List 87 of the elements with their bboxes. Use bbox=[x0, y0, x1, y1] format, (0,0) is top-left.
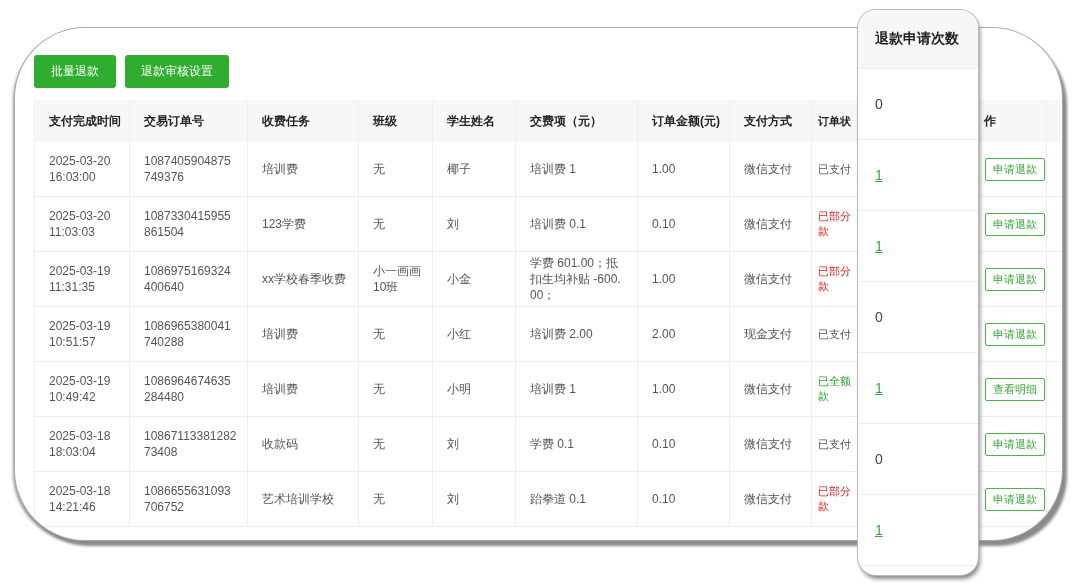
time-cell-text: 2025-03-19 11:31:35 bbox=[49, 262, 112, 296]
task-cell: xx学校春季收费 bbox=[262, 270, 346, 288]
student-cell: 刘 bbox=[447, 490, 459, 508]
order-number-cell-text: 1086965380041740288 bbox=[144, 317, 232, 351]
amount-cell: 1.00 bbox=[652, 380, 676, 398]
order-number-cell-text: 1087330415955861504 bbox=[144, 207, 232, 241]
column-header: 班级 bbox=[359, 100, 433, 142]
student-cell: 小明 bbox=[447, 380, 471, 398]
items-cell: 培训费 1 bbox=[530, 160, 576, 178]
status-cell: 已部分 款 bbox=[818, 209, 851, 239]
items-cell: 学费 0.1 bbox=[530, 435, 574, 453]
task-cell: 123学费 bbox=[262, 215, 307, 233]
column-header: 交易订单号 bbox=[130, 100, 248, 142]
time-cell-text: 2025-03-19 10:49:42 bbox=[49, 372, 112, 406]
items-cell: 培训费 0.1 bbox=[530, 215, 586, 233]
task-cell: 培训费 bbox=[262, 380, 298, 398]
student-cell: 小红 bbox=[447, 325, 471, 343]
task-cell: 培训费 bbox=[262, 160, 298, 178]
column-header: 收费任务 bbox=[248, 100, 359, 142]
amount-cell: 0.10 bbox=[652, 435, 676, 453]
task-cell: 收款码 bbox=[262, 435, 298, 453]
items-cell: 跆拳道 0.1 bbox=[530, 490, 586, 508]
class-cell: 无 bbox=[373, 160, 385, 178]
amount-cell: 0.10 bbox=[652, 215, 676, 233]
amount-cell: 1.00 bbox=[652, 270, 676, 288]
payment-cell: 微信支付 bbox=[744, 270, 792, 288]
status-cell: 已全额 款 bbox=[818, 374, 851, 404]
action-button[interactable]: 申请退款 bbox=[985, 212, 1045, 236]
items-cell: 培训费 2.00 bbox=[530, 325, 593, 343]
action-button[interactable]: 申请退款 bbox=[985, 432, 1045, 456]
payment-cell: 微信支付 bbox=[744, 380, 792, 398]
class-cell: 无 bbox=[373, 490, 385, 508]
time-cell-text: 2025-03-20 11:03:03 bbox=[49, 207, 112, 241]
task-cell: 培训费 bbox=[262, 325, 298, 343]
count-link[interactable]: 1 bbox=[875, 167, 883, 183]
order-number-cell-text: 1087405904875749376 bbox=[144, 152, 232, 186]
status-cell: 已支付 bbox=[818, 326, 851, 342]
column-header: 交费项（元） bbox=[516, 100, 638, 142]
column-header: 学生姓名 bbox=[433, 100, 516, 142]
payment-cell: 微信支付 bbox=[744, 160, 792, 178]
column-header: 支付方式 bbox=[730, 100, 812, 142]
action-button[interactable]: 申请退款 bbox=[985, 322, 1045, 346]
time-cell-text: 2025-03-18 18:03:04 bbox=[49, 427, 112, 461]
count-cell: 0 bbox=[875, 451, 883, 467]
status-cell: 已部分 款 bbox=[818, 264, 851, 294]
class-cell: 无 bbox=[373, 435, 385, 453]
action-button[interactable]: 查看明细 bbox=[985, 377, 1045, 401]
order-number-cell-text: 1086655631093706752 bbox=[144, 482, 232, 516]
class-cell: 无 bbox=[373, 325, 385, 343]
action-button[interactable]: 申请退款 bbox=[985, 157, 1045, 181]
time-cell-text: 2025-03-18 14:21:46 bbox=[49, 482, 112, 516]
column-header: 退款申请次数 bbox=[875, 30, 959, 48]
time-cell-text: 2025-03-20 16:03:00 bbox=[49, 152, 112, 186]
student-cell: 小金 bbox=[447, 270, 471, 288]
count-link[interactable]: 1 bbox=[875, 522, 883, 538]
status-cell: 已支付 bbox=[818, 161, 851, 177]
student-cell: 刘 bbox=[447, 435, 459, 453]
amount-cell: 0.10 bbox=[652, 490, 676, 508]
payment-cell: 微信支付 bbox=[744, 435, 792, 453]
column-header: 支付完成时间 bbox=[35, 100, 130, 142]
column-header: 订单金额(元) bbox=[638, 100, 730, 142]
count-link[interactable]: 1 bbox=[875, 238, 883, 254]
toolbar-button[interactable]: 批量退款 bbox=[34, 55, 116, 88]
amount-cell: 2.00 bbox=[652, 325, 676, 343]
payment-cell: 现金支付 bbox=[744, 325, 792, 343]
class-cell: 小一画画10班 bbox=[373, 262, 422, 296]
class-cell: 无 bbox=[373, 380, 385, 398]
payment-cell: 微信支付 bbox=[744, 490, 792, 508]
status-cell: 已部分 款 bbox=[818, 484, 851, 514]
order-number-cell-text: 1086964674635284480 bbox=[144, 372, 232, 406]
amount-cell: 1.00 bbox=[652, 160, 676, 178]
task-cell: 艺术培训学校 bbox=[262, 490, 334, 508]
toolbar-button[interactable]: 退款审核设置 bbox=[125, 55, 229, 88]
items-cell-text: 学费 601.00；抵扣生均补贴 -600.00； bbox=[530, 254, 622, 304]
order-number-cell-text: 1086975169324400640 bbox=[144, 262, 232, 296]
student-cell: 椰子 bbox=[447, 160, 471, 178]
status-cell: 已支付 bbox=[818, 436, 851, 452]
action-button[interactable]: 申请退款 bbox=[985, 267, 1045, 291]
class-cell: 无 bbox=[373, 215, 385, 233]
student-cell: 刘 bbox=[447, 215, 459, 233]
action-button[interactable]: 申请退款 bbox=[985, 487, 1045, 511]
items-cell: 培训费 1 bbox=[530, 380, 576, 398]
count-cell: 0 bbox=[875, 309, 883, 325]
time-cell-text: 2025-03-19 10:51:57 bbox=[49, 317, 112, 351]
order-number-cell: 1086711338128273408 bbox=[144, 427, 237, 461]
count-link[interactable]: 1 bbox=[875, 380, 883, 396]
payment-cell: 微信支付 bbox=[744, 215, 792, 233]
